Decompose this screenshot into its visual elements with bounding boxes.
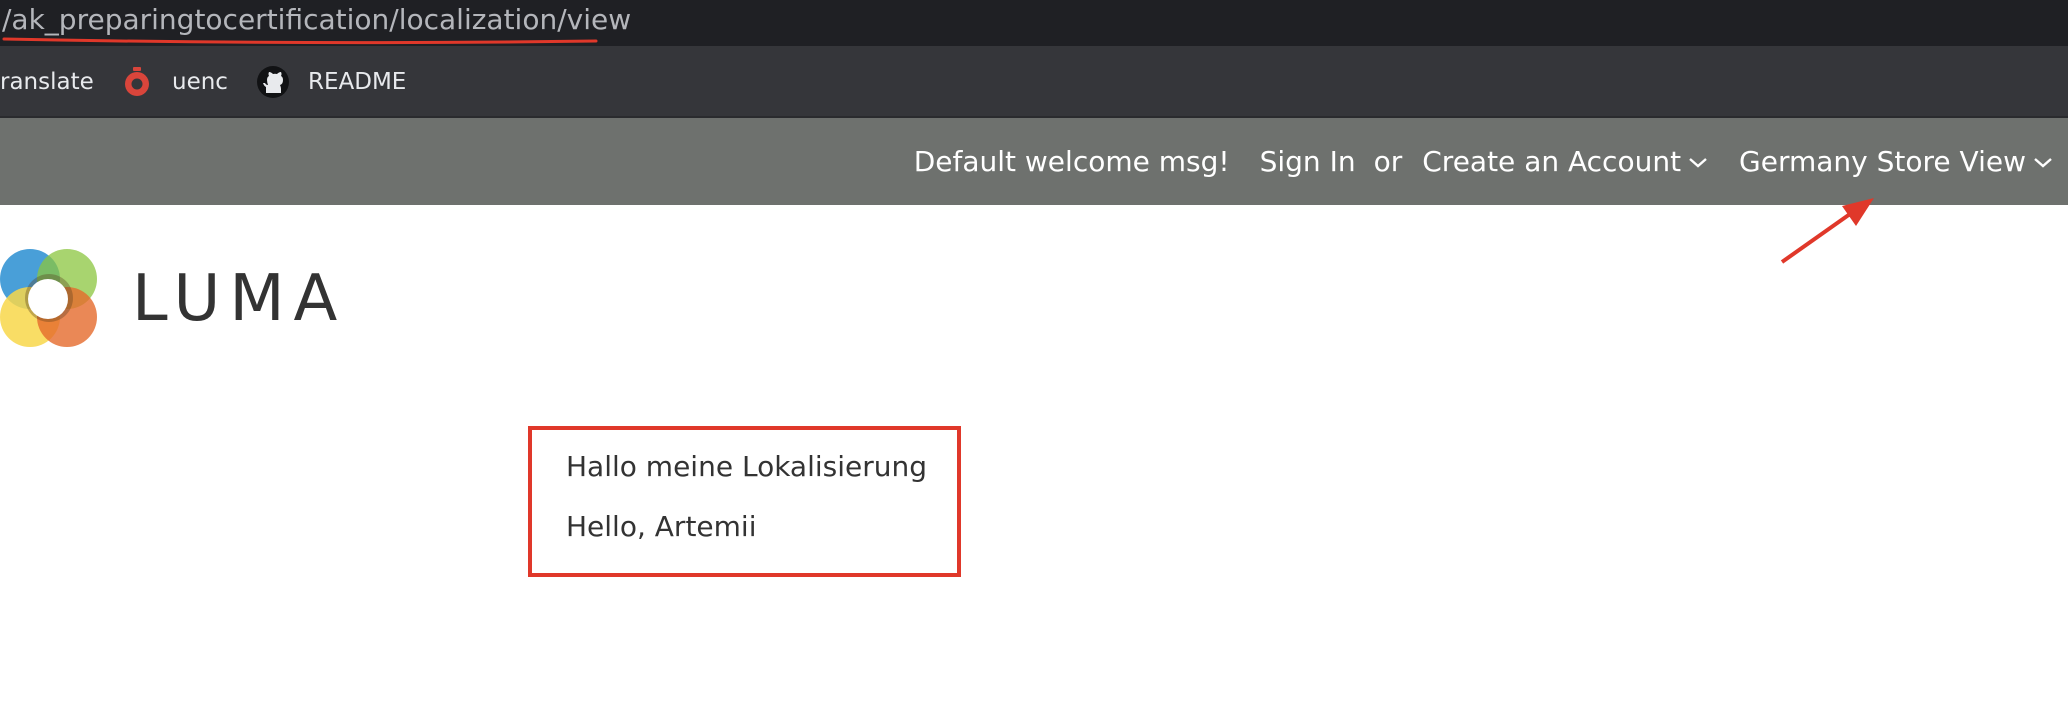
luma-logo-mark [0, 249, 97, 347]
localized-greeting: Hallo meine Lokalisierung [566, 450, 928, 483]
bookmark-label: ranslate [0, 69, 94, 95]
bookmark-uenc[interactable]: uenc [120, 46, 228, 118]
url-underline-annotation [2, 37, 598, 45]
create-account-dropdown[interactable]: Create an Account [1422, 145, 1709, 178]
bookmark-label: README [308, 69, 407, 95]
bookmark-readme[interactable]: README [256, 46, 406, 118]
chevron-down-icon [2034, 157, 2052, 168]
luma-logo[interactable]: LUMA [0, 248, 346, 350]
create-account-label: Create an Account [1422, 145, 1682, 178]
store-panel-header: Default welcome msg! Sign In or Create a… [0, 118, 2068, 205]
chevron-down-icon [1689, 157, 1707, 168]
annotation-arrow [1780, 198, 1874, 264]
sign-in-link[interactable]: Sign In [1260, 145, 1356, 178]
store-view-label: Germany Store View [1739, 145, 2026, 178]
browser-address-bar[interactable]: /ak_preparingtocertification/localizatio… [0, 0, 2068, 46]
store-view-switcher[interactable]: Germany Store View [1739, 145, 2054, 178]
logo-text: LUMA [132, 262, 347, 336]
stopwatch-icon [125, 67, 149, 96]
welcome-message: Default welcome msg! [913, 145, 1230, 178]
or-text: or [1373, 145, 1403, 178]
localization-output-box: Hallo meine Lokalisierung Hello, Artemii [528, 426, 961, 577]
bookmark-label: uenc [172, 69, 228, 95]
hello-message: Hello, Artemii [566, 510, 757, 543]
bookmark-translate[interactable]: ranslate [0, 46, 94, 118]
url-text[interactable]: /ak_preparingtocertification/localizatio… [2, 3, 631, 36]
header-links: Default welcome msg! Sign In or Create a… [914, 118, 2068, 205]
bookmarks-bar: ranslate uenc README [0, 46, 2068, 118]
github-icon [257, 66, 289, 98]
